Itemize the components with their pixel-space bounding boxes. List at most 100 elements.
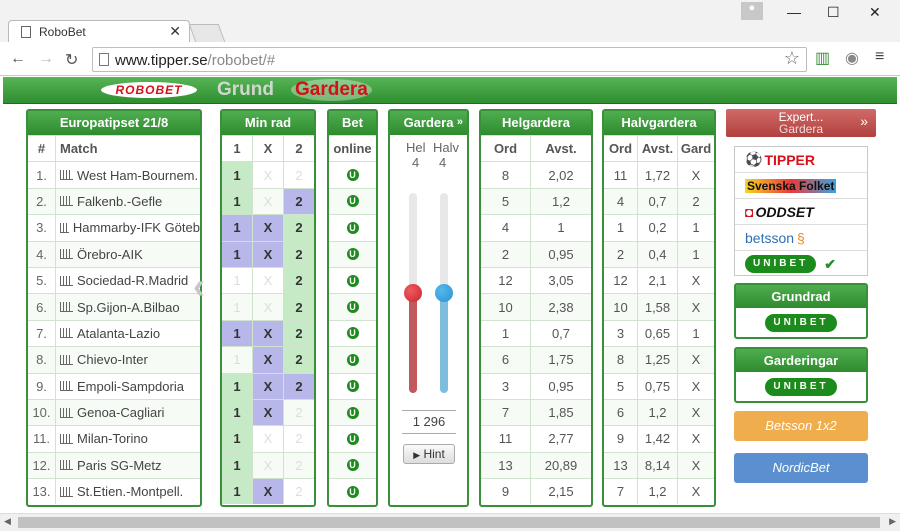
pick-1-cell[interactable]: 1 [222, 399, 253, 426]
scroll-left-icon[interactable]: ◀ [4, 516, 11, 527]
unibet-online-icon[interactable]: U [346, 485, 359, 498]
pick-1-cell[interactable]: 1 [222, 188, 253, 215]
unibet-online-icon[interactable]: U [346, 380, 359, 393]
match-cell[interactable]: Atalanta-Lazio [56, 321, 200, 346]
pick-1-cell[interactable]: 1 [222, 373, 253, 399]
unibet-online-icon[interactable]: U [346, 432, 359, 445]
match-cell[interactable]: Empoli-Sampdoria [56, 374, 200, 399]
pick-x-cell[interactable]: X [253, 188, 284, 215]
stats-chart-icon[interactable] [60, 354, 73, 365]
unibet-online-icon[interactable]: U [346, 301, 359, 314]
pick-2-cell[interactable]: 2 [284, 294, 314, 320]
stats-chart-icon[interactable] [60, 249, 73, 260]
unibet-online-icon[interactable]: U [346, 248, 359, 261]
close-tab-icon[interactable]: ✕ [169, 23, 181, 40]
bet-cell[interactable]: U [329, 347, 376, 372]
pick-x-cell[interactable]: X [253, 241, 284, 267]
pick-1-cell[interactable]: 1 [222, 320, 253, 347]
stats-chart-icon[interactable] [60, 486, 73, 497]
stats-chart-icon[interactable] [60, 275, 73, 286]
pick-2-cell[interactable]: 2 [284, 241, 314, 267]
stats-chart-icon[interactable] [60, 433, 73, 444]
pick-1-cell[interactable]: 1 [222, 479, 253, 505]
pick-1-cell[interactable]: 1 [222, 452, 253, 479]
close-window-icon[interactable]: ✕ [869, 4, 881, 21]
pick-x-cell[interactable]: X [253, 399, 284, 426]
nav-grund[interactable]: Grund [217, 79, 274, 101]
halv-slider-handle[interactable] [435, 284, 453, 302]
pick-x-cell[interactable]: X [253, 267, 284, 294]
match-cell[interactable]: Hammarby-IFK Göteb [56, 215, 200, 240]
unibet-online-icon[interactable]: U [346, 406, 359, 419]
bet-cell[interactable]: U [329, 268, 376, 293]
match-cell[interactable]: Falkenb.-Gefle [56, 189, 200, 214]
forward-icon[interactable]: → [38, 50, 54, 68]
match-cell[interactable]: Paris SG-Metz [56, 453, 200, 478]
garderingar-box[interactable]: Garderingar UNIBET [734, 347, 868, 403]
unibet-online-icon[interactable]: U [346, 353, 359, 366]
match-cell[interactable]: St.Etien.-Montpell. [56, 479, 200, 504]
book-oddset[interactable]: ◘ ODDSET [735, 199, 867, 225]
pick-1-cell[interactable]: 1 [222, 426, 253, 452]
stats-chart-icon[interactable] [60, 302, 73, 313]
match-cell[interactable]: Örebro-AIK [56, 242, 200, 267]
unibet-online-icon[interactable]: U [346, 195, 359, 208]
chevron-left-icon[interactable]: ‹ [193, 265, 205, 307]
bet-cell[interactable]: U [329, 321, 376, 346]
extension-icon[interactable]: ◉ [845, 48, 859, 68]
back-icon[interactable]: ← [10, 50, 26, 68]
stats-chart-icon[interactable] [60, 328, 73, 339]
grundrad-box[interactable]: Grundrad UNIBET [734, 283, 868, 339]
pick-x-cell[interactable]: X [253, 479, 284, 505]
bet-cell[interactable]: U [329, 162, 376, 187]
pick-x-cell[interactable]: X [253, 347, 284, 373]
reload-icon[interactable]: ↻ [65, 50, 78, 70]
bet-cell[interactable]: U [329, 426, 376, 451]
bet-cell[interactable]: U [329, 479, 376, 504]
pick-2-cell[interactable]: 2 [284, 320, 314, 347]
pick-2-cell[interactable]: 2 [284, 400, 314, 425]
pick-x-cell[interactable]: X [253, 320, 284, 347]
match-cell[interactable]: Sociedad-R.Madrid [56, 268, 200, 293]
bet-cell[interactable]: U [329, 400, 376, 425]
pick-1-cell[interactable]: 1 [222, 347, 253, 373]
pick-2-cell[interactable]: 2 [284, 267, 314, 294]
maximize-icon[interactable]: ☐ [827, 4, 840, 21]
match-cell[interactable]: Milan-Torino [56, 426, 200, 451]
bet-cell[interactable]: U [329, 189, 376, 214]
profile-icon[interactable]: ● [741, 2, 763, 20]
browser-tab[interactable]: RoboBet ✕ [8, 20, 190, 43]
menu-icon[interactable]: ≡ [875, 48, 884, 66]
nav-gardera[interactable]: Gardera [291, 79, 372, 101]
book-svenska-folket[interactable]: Svenska Folket [735, 173, 867, 199]
stats-chart-icon[interactable] [60, 407, 73, 418]
pick-2-cell[interactable]: 2 [284, 188, 314, 215]
pick-x-cell[interactable]: X [253, 294, 284, 320]
pick-1-cell[interactable]: 1 [222, 294, 253, 320]
stats-chart-icon[interactable] [60, 170, 73, 181]
stats-chart-icon[interactable] [60, 460, 73, 471]
pick-x-cell[interactable]: X [253, 452, 284, 479]
bet-cell[interactable]: U [329, 242, 376, 267]
unibet-online-icon[interactable]: U [346, 169, 359, 182]
hint-button[interactable]: ▶ Hint [403, 444, 455, 464]
betsson-1x2-button[interactable]: Betsson 1x2 [734, 411, 868, 441]
book-betsson[interactable]: betsson § [735, 225, 867, 251]
pick-x-cell[interactable]: X [253, 162, 284, 188]
gardera-header[interactable]: Gardera » [390, 111, 467, 135]
pick-1-cell[interactable]: 1 [222, 267, 253, 294]
pick-1-cell[interactable]: 1 [222, 215, 253, 241]
horizontal-scrollbar[interactable]: ◀ ▶ [0, 513, 900, 531]
pick-2-cell[interactable]: 2 [284, 426, 314, 451]
expert-dropdown[interactable]: Expert... Gardera » [726, 109, 876, 137]
pick-1-cell[interactable]: 1 [222, 162, 253, 188]
chart-extension-icon[interactable]: ▥ [815, 48, 830, 68]
match-cell[interactable]: Sp.Gijon-A.Bilbao [56, 294, 200, 319]
unibet-online-icon[interactable]: U [346, 459, 359, 472]
new-tab-button[interactable] [188, 24, 226, 42]
robobet-logo[interactable]: ROBOBET [101, 82, 197, 98]
pick-1-cell[interactable]: 1 [222, 241, 253, 267]
stats-chart-icon[interactable] [60, 222, 69, 233]
hel-slider-handle[interactable] [404, 284, 422, 302]
pick-x-cell[interactable]: X [253, 215, 284, 241]
